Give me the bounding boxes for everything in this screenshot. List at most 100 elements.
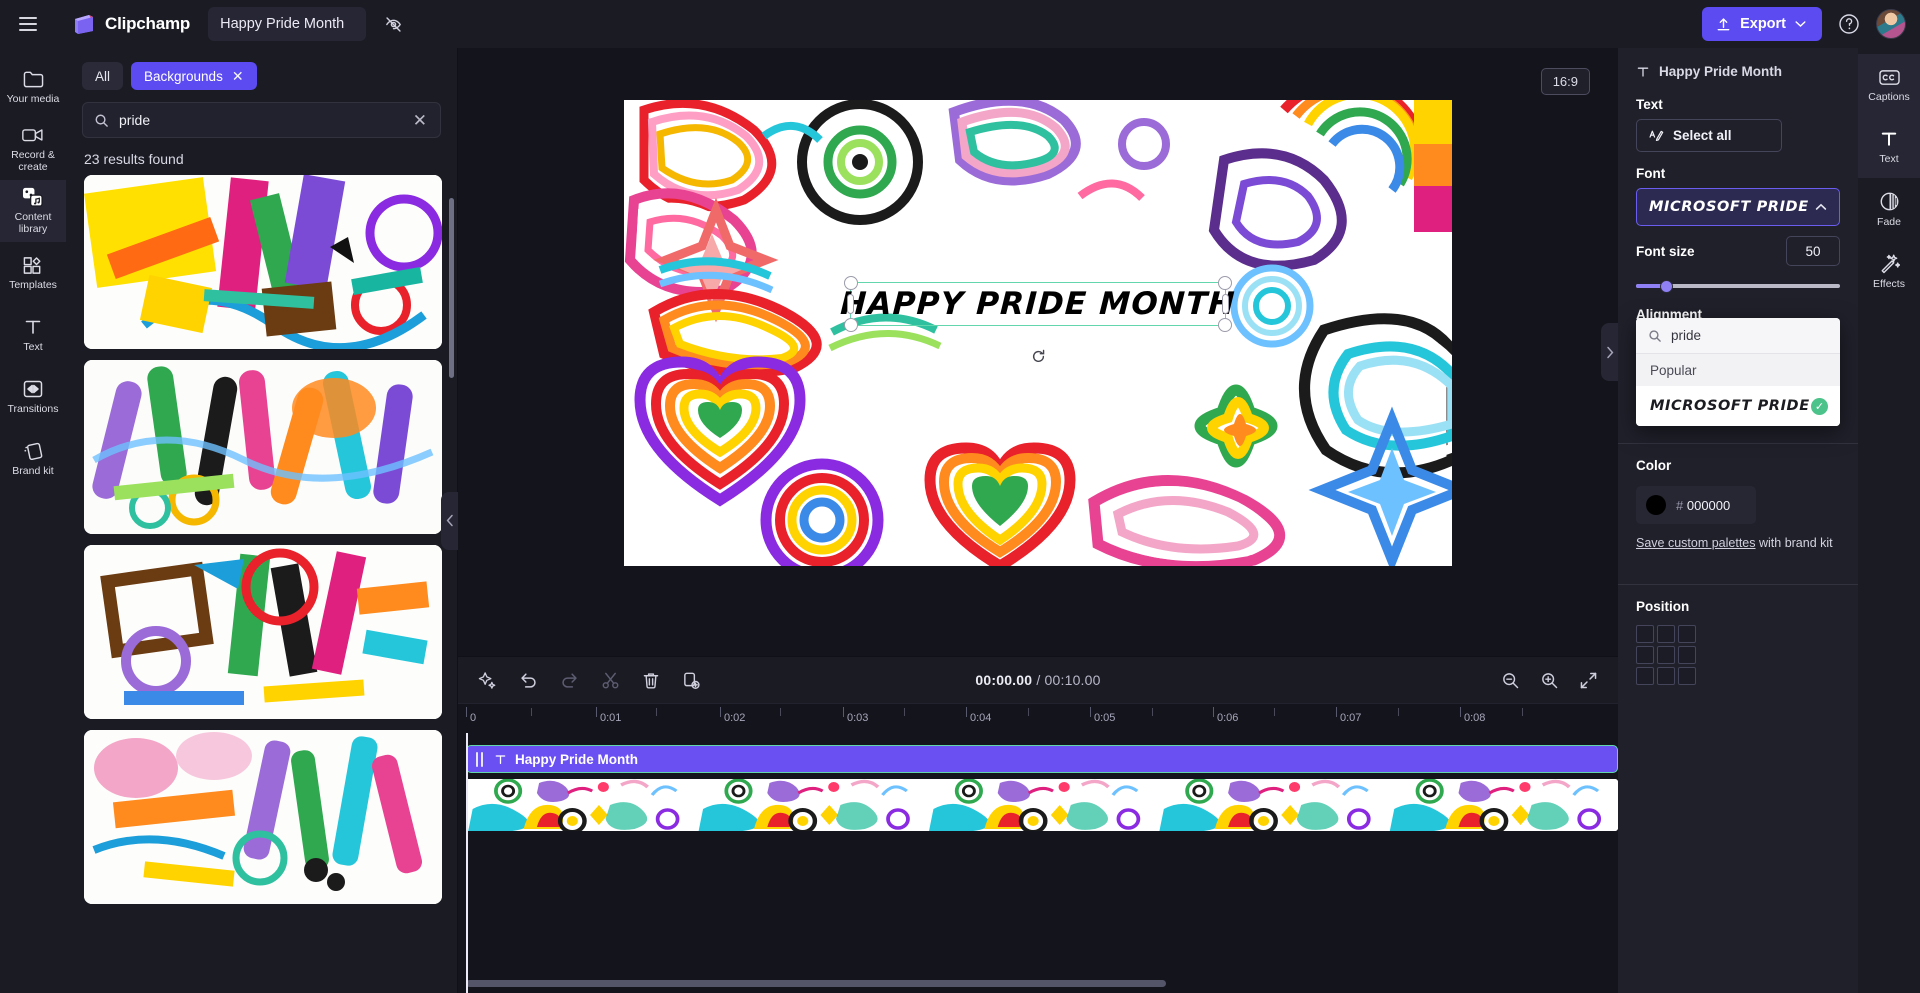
sidebar-item-label: Templates <box>9 279 57 292</box>
duplicate-icon[interactable] <box>682 671 701 690</box>
font-search-box[interactable] <box>1636 318 1840 354</box>
clear-search-icon[interactable]: ✕ <box>411 110 429 131</box>
resize-handle-top-right[interactable] <box>1218 276 1232 290</box>
sidebar-item-transitions[interactable]: Transitions <box>0 366 66 428</box>
font-search-input[interactable] <box>1671 328 1840 343</box>
select-all-button[interactable]: Select all <box>1636 119 1782 152</box>
ruler-label: 0 <box>470 712 477 724</box>
position-grid <box>1618 621 1858 685</box>
filter-chip-all[interactable]: All <box>82 62 124 90</box>
split-scissors-icon[interactable] <box>601 671 620 690</box>
sidebar-item-text[interactable]: Text <box>0 304 66 366</box>
sidebar-item-content-library[interactable]: Content library <box>0 180 66 242</box>
sidebar-item-templates[interactable]: Templates <box>0 242 66 304</box>
resize-handle-bottom-left[interactable] <box>844 318 858 332</box>
font-select-dropdown[interactable]: MICROSOFT PRIDE <box>1636 188 1840 226</box>
timeline-clip-text[interactable]: Happy Pride Month <box>466 745 1618 773</box>
eye-off-icon[interactable] <box>376 7 410 41</box>
sidebar-item-record-create[interactable]: Record & create <box>0 118 66 180</box>
tab-label: Effects <box>1873 277 1905 290</box>
timeline-clip-media[interactable] <box>466 779 1618 831</box>
list-item[interactable] <box>84 545 442 719</box>
library-search-box[interactable]: ✕ <box>82 102 441 138</box>
save-palette-link[interactable]: Save custom palettes <box>1636 536 1756 550</box>
list-item[interactable] <box>84 360 442 534</box>
delete-trash-icon[interactable] <box>642 671 660 690</box>
question-circle-icon[interactable] <box>1836 11 1862 37</box>
sidebar-item-label: Your media <box>6 93 60 106</box>
rotate-icon[interactable] <box>1026 344 1050 368</box>
position-cell-middle-right[interactable] <box>1678 646 1696 664</box>
timeline-horizontal-scrollbar[interactable] <box>466 980 1166 987</box>
resize-handle-bottom-right[interactable] <box>1218 318 1232 332</box>
video-canvas[interactable]: HAPPY PRIDE MONTH <box>624 100 1452 566</box>
redo-icon[interactable] <box>560 671 579 689</box>
resize-handle-top-left[interactable] <box>844 276 858 290</box>
timeline-ruler[interactable]: 0 0:01 0:02 0:03 0:04 0:05 0:06 0:07 0:0… <box>458 703 1618 733</box>
tab-text[interactable]: Text <box>1858 116 1920 178</box>
font-size-input[interactable]: 50 <box>1786 236 1840 266</box>
editor-center: 16:9 HAPPY PRIDE MONTH 00:00.00 / 00:10.… <box>458 48 1618 993</box>
filter-chip-backgrounds[interactable]: Backgrounds ✕ <box>131 62 257 90</box>
color-swatch <box>1646 495 1666 515</box>
panel-collapse-button[interactable] <box>441 491 458 550</box>
magic-suggestions-icon[interactable] <box>478 671 497 690</box>
font-dropdown-menu[interactable]: Popular MICROSOFT PRIDE ✓ <box>1636 318 1840 426</box>
clip-grip-handle[interactable] <box>473 751 486 768</box>
fit-to-screen-icon[interactable] <box>1579 671 1598 690</box>
hamburger-icon[interactable] <box>10 6 46 42</box>
results-thumbnails <box>66 175 457 993</box>
resize-handle-right[interactable] <box>1222 294 1229 314</box>
slider-knob[interactable] <box>1660 279 1673 293</box>
tab-label: Fade <box>1877 215 1901 228</box>
templates-icon <box>22 254 44 276</box>
avatar[interactable] <box>1876 9 1906 39</box>
undo-icon[interactable] <box>519 671 538 689</box>
save-palette-suffix: with brand kit <box>1755 536 1833 550</box>
position-cell-middle-left[interactable] <box>1636 646 1654 664</box>
clipchamp-app: Clipchamp Happy Pride Month Export Your … <box>0 0 1920 993</box>
app-body: Your media Record & create Content libra… <box>0 48 1920 993</box>
export-button[interactable]: Export <box>1702 7 1822 41</box>
select-all-icon <box>1648 128 1664 144</box>
close-icon[interactable]: ✕ <box>232 69 244 83</box>
font-size-row: Font size 50 <box>1618 226 1858 266</box>
resize-handle-left[interactable] <box>847 294 854 314</box>
timeline-playhead[interactable] <box>466 733 468 993</box>
color-picker-button[interactable]: # 000000 <box>1636 486 1756 524</box>
aspect-ratio-button[interactable]: 16:9 <box>1540 68 1590 95</box>
tab-label: Captions <box>1868 90 1910 103</box>
position-cell-top-left[interactable] <box>1636 625 1654 643</box>
timeline-tracks[interactable]: Happy Pride Month <box>458 733 1618 993</box>
tab-captions[interactable]: Captions <box>1858 54 1920 116</box>
sidebar-item-label: Brand kit <box>12 465 54 478</box>
project-title-input[interactable]: Happy Pride Month <box>208 7 367 41</box>
position-cell-middle-center[interactable] <box>1657 646 1675 664</box>
timecode-display: 00:00.00 / 00:10.00 <box>975 672 1100 688</box>
preview-stage: 16:9 HAPPY PRIDE MONTH <box>458 48 1618 656</box>
position-cell-top-right[interactable] <box>1678 625 1696 643</box>
sidebar-item-your-media[interactable]: Your media <box>0 56 66 118</box>
zoom-out-icon[interactable] <box>1501 671 1520 690</box>
position-cell-bottom-center[interactable] <box>1657 667 1675 685</box>
properties-expand-button[interactable] <box>1601 323 1618 381</box>
search-input[interactable] <box>119 112 401 128</box>
position-cell-top-center[interactable] <box>1657 625 1675 643</box>
zoom-in-icon[interactable] <box>1540 671 1559 690</box>
font-section-label: Font <box>1636 166 1666 181</box>
list-item[interactable] <box>84 175 442 349</box>
tab-fade[interactable]: Fade <box>1858 178 1920 240</box>
text-selection-box[interactable]: HAPPY PRIDE MONTH <box>840 276 1236 332</box>
sidebar-item-label: Text <box>23 341 43 354</box>
sidebar-item-brand-kit[interactable]: Brand kit <box>0 428 66 490</box>
list-item[interactable] <box>84 730 442 904</box>
font-size-slider[interactable] <box>1636 279 1840 293</box>
ruler-label: 0:06 <box>1217 712 1239 724</box>
position-cell-bottom-left[interactable] <box>1636 667 1654 685</box>
tab-effects[interactable]: Effects <box>1858 240 1920 302</box>
upload-icon <box>1716 17 1731 32</box>
position-cell-bottom-right[interactable] <box>1678 667 1696 685</box>
text-t-icon <box>23 316 43 338</box>
panel-scrollbar[interactable] <box>449 198 454 378</box>
font-option-microsoft-pride[interactable]: MICROSOFT PRIDE ✓ <box>1636 386 1840 426</box>
